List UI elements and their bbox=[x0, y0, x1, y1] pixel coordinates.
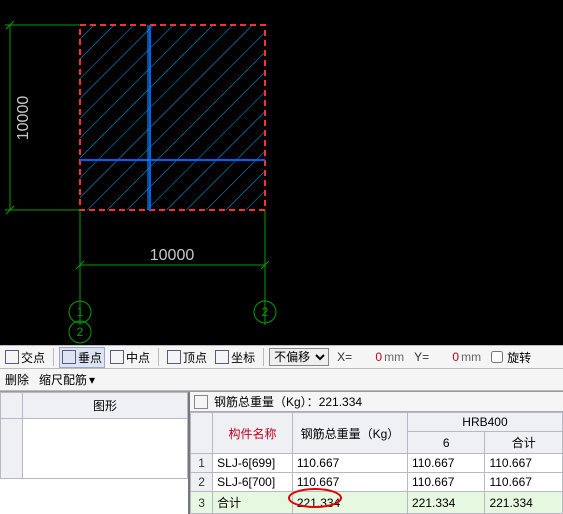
cell-total: 110.667 bbox=[292, 473, 407, 492]
rownum: 2 bbox=[191, 473, 213, 492]
snap-midpoint-button[interactable]: 中点 bbox=[107, 347, 153, 368]
rotate-label: 旋转 bbox=[507, 349, 531, 366]
chevron-down-icon: ▾ bbox=[89, 373, 95, 387]
table-row[interactable]: 2 SLJ-6[700] 110.667 110.667 110.667 bbox=[191, 473, 563, 492]
total-weight-value: 221.334 bbox=[319, 395, 362, 409]
quantity-panel: 钢筋总重量（Kg）： 221.334 构件名称 钢筋总重量（Kg） HRB400… bbox=[190, 392, 563, 514]
snap-coordinate-button[interactable]: 坐标 bbox=[212, 347, 258, 368]
cell-sum: 221.334 bbox=[485, 492, 563, 514]
y-label: Y= bbox=[414, 350, 429, 364]
intersection-icon bbox=[5, 350, 19, 364]
dim-v-text: 10000 bbox=[15, 96, 32, 141]
cell-sum: 110.667 bbox=[485, 454, 563, 473]
dim-h-text: 10000 bbox=[150, 247, 195, 264]
x-value[interactable]: 0 bbox=[354, 350, 382, 364]
cell-total: 221.334 bbox=[292, 492, 407, 514]
shape-row[interactable] bbox=[1, 419, 188, 479]
scale-label: 缩尺配筋 bbox=[39, 371, 87, 388]
grid-bubble-1: 1 bbox=[77, 305, 84, 319]
shape-table: 图形 bbox=[0, 392, 188, 479]
cell-name: SLJ-6[700] bbox=[213, 473, 293, 492]
grid-bubble-1b: 2 bbox=[77, 325, 84, 339]
snap-label: 交点 bbox=[21, 349, 45, 366]
total-weight-label: 钢筋总重量（Kg）： bbox=[214, 393, 319, 410]
grid-bubble-2: 2 bbox=[262, 305, 269, 319]
perpendicular-icon bbox=[62, 350, 76, 364]
midpoint-icon bbox=[110, 350, 124, 364]
col-total[interactable]: 钢筋总重量（Kg） bbox=[292, 413, 407, 454]
x-unit: mm bbox=[384, 350, 404, 364]
table-row[interactable]: 1 SLJ-6[699] 110.667 110.667 110.667 bbox=[191, 454, 563, 473]
cell-d6: 221.334 bbox=[407, 492, 484, 514]
coordinate-icon bbox=[215, 350, 229, 364]
snap-intersection-button[interactable]: 交点 bbox=[2, 347, 48, 368]
snap-label: 垂点 bbox=[78, 349, 102, 366]
x-label: X= bbox=[337, 350, 352, 364]
snap-label: 中点 bbox=[126, 349, 150, 366]
col-subtotal[interactable]: 合计 bbox=[485, 432, 563, 454]
rownum-header bbox=[191, 413, 213, 454]
cell-d6: 110.667 bbox=[407, 473, 484, 492]
col-name[interactable]: 构件名称 bbox=[213, 413, 293, 454]
osnap-toolbar: 交点 垂点 中点 顶点 坐标 不偏移 X= 0 mm Y= 0 mm 旋转 bbox=[0, 345, 563, 369]
delete-button[interactable]: 删除 bbox=[2, 369, 32, 390]
col-diam-6[interactable]: 6 bbox=[407, 432, 484, 454]
cell-total: 110.667 bbox=[292, 454, 407, 473]
rebar-table: 构件名称 钢筋总重量（Kg） HRB400 6 合计 1 SLJ-6[699] … bbox=[190, 412, 563, 514]
secondary-toolbar: 删除 缩尺配筋 ▾ bbox=[0, 369, 563, 391]
lower-panels: 图形 钢筋总重量（Kg）： 221.334 构件名称 钢筋总重量（Kg） HRB… bbox=[0, 391, 563, 514]
separator bbox=[53, 348, 54, 366]
expand-icon[interactable] bbox=[194, 395, 208, 409]
y-unit: mm bbox=[461, 350, 481, 364]
cell-d6: 110.667 bbox=[407, 454, 484, 473]
separator bbox=[158, 348, 159, 366]
rotate-checkbox[interactable] bbox=[491, 351, 503, 363]
cad-drawing-canvas[interactable]: 10000 10000 1 2 2 bbox=[0, 0, 563, 345]
snap-vertex-button[interactable]: 顶点 bbox=[164, 347, 210, 368]
total-weight-row: 钢筋总重量（Kg）： 221.334 bbox=[190, 392, 563, 412]
shape-col-header: 图形 bbox=[23, 393, 188, 419]
snap-perpendicular-button[interactable]: 垂点 bbox=[59, 347, 105, 368]
cell-name: 合计 bbox=[213, 492, 293, 514]
y-value[interactable]: 0 bbox=[431, 350, 459, 364]
scale-rebar-button[interactable]: 缩尺配筋 ▾ bbox=[36, 369, 98, 390]
snap-label: 坐标 bbox=[231, 349, 255, 366]
col-group-hrb400[interactable]: HRB400 bbox=[407, 413, 562, 432]
shape-panel: 图形 bbox=[0, 392, 190, 514]
cell-sum: 110.667 bbox=[485, 473, 563, 492]
separator bbox=[263, 348, 264, 366]
snap-label: 顶点 bbox=[183, 349, 207, 366]
rownum: 1 bbox=[191, 454, 213, 473]
table-sum-row[interactable]: 3 合计 221.334 221.334 221.334 bbox=[191, 492, 563, 514]
rownum: 3 bbox=[191, 492, 213, 514]
vertex-icon bbox=[167, 350, 181, 364]
offset-combo[interactable]: 不偏移 bbox=[269, 348, 329, 366]
cell-name: SLJ-6[699] bbox=[213, 454, 293, 473]
